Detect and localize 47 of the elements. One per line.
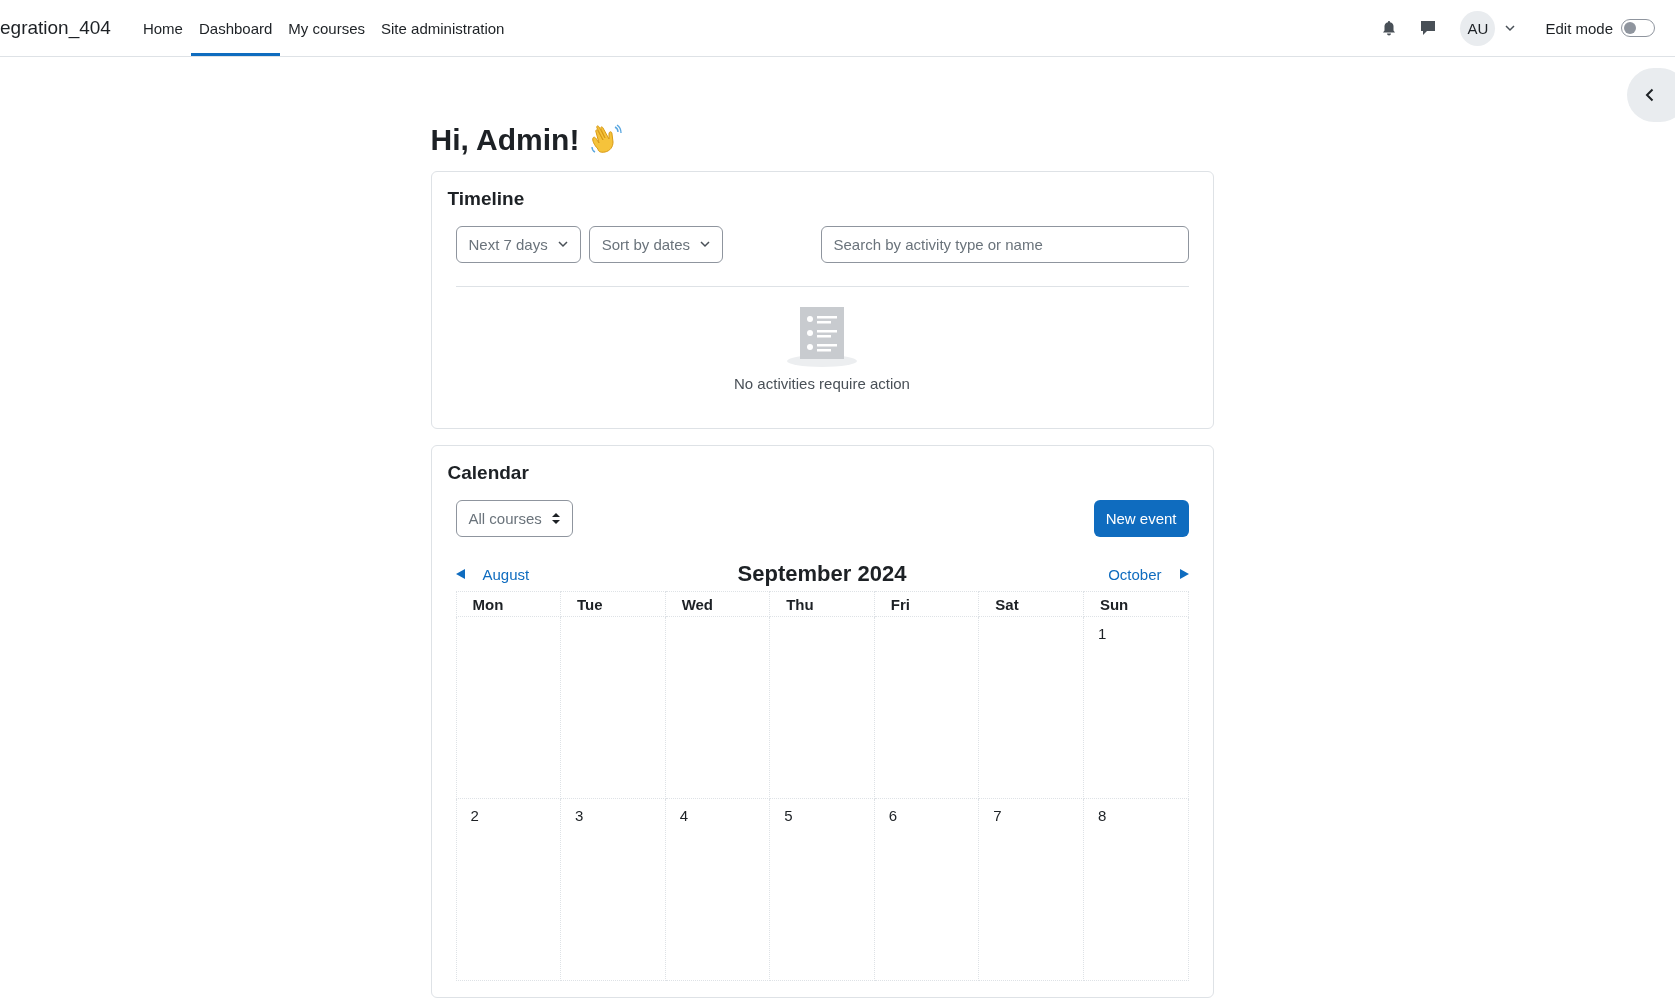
page-heading: Hi, Admin! [430, 123, 580, 157]
triangle-right-icon [1179, 569, 1189, 579]
nav-tab[interactable]: Site administration [373, 0, 513, 56]
empty-message: No activities require action [734, 375, 910, 392]
drawer-toggle-button[interactable] [1627, 68, 1675, 122]
weekday-header: Thu [786, 595, 814, 613]
weekday-header: Mon [472, 595, 504, 613]
user-avatar: AU [1460, 10, 1496, 46]
filter-dropdown[interactable]: Sort by dates [588, 226, 724, 263]
day-number: 1 [1097, 625, 1107, 642]
chat-bubble-icon[interactable] [1420, 20, 1437, 36]
sort-arrows-icon [551, 513, 560, 524]
empty-list-icon [787, 307, 857, 367]
day-number: 2 [470, 807, 479, 824]
edit-mode-switch[interactable] [1621, 19, 1655, 37]
nav-tab[interactable]: Home [134, 0, 191, 56]
previous-month-link[interactable]: August [455, 565, 616, 583]
search-field[interactable]: Search by activity type or name [820, 226, 1189, 263]
new-event-button[interactable]: New event [1093, 500, 1189, 537]
chevron-down-icon [557, 241, 568, 248]
month-title: September 2024 [736, 561, 908, 587]
nav-tab[interactable]: My courses [280, 0, 374, 56]
day-number: 5 [784, 807, 793, 824]
user-menu[interactable]: AU [1448, 10, 1516, 46]
weekday-header: Sun [1099, 595, 1129, 613]
weekday-header: Sat [995, 595, 1019, 613]
triangle-left-icon [455, 569, 465, 579]
card-title: Calendar [447, 462, 530, 484]
filter-dropdown[interactable]: Next 7 days [455, 226, 581, 263]
chevron-down-icon [1505, 24, 1516, 32]
chevron-down-icon [700, 241, 711, 248]
course-select[interactable]: All courses [455, 500, 573, 537]
site-name[interactable]: egration_404 [0, 17, 111, 39]
chevron-left-icon [1645, 88, 1654, 102]
day-number: 8 [1097, 807, 1107, 824]
weekday-header: Fri [890, 595, 910, 613]
bell-icon[interactable] [1382, 20, 1397, 36]
day-number: 3 [575, 807, 584, 824]
weekday-header: Tue [577, 595, 603, 613]
card-title: Timeline [447, 188, 526, 210]
edit-mode-label: Edit mode [1545, 19, 1613, 37]
next-month-link[interactable]: October [1028, 565, 1189, 583]
day-number: 7 [993, 807, 1002, 824]
weekday-header: Wed [681, 595, 714, 613]
nav-tab[interactable]: Dashboard [190, 0, 281, 56]
day-number: 6 [888, 807, 898, 824]
day-number: 4 [679, 807, 688, 824]
